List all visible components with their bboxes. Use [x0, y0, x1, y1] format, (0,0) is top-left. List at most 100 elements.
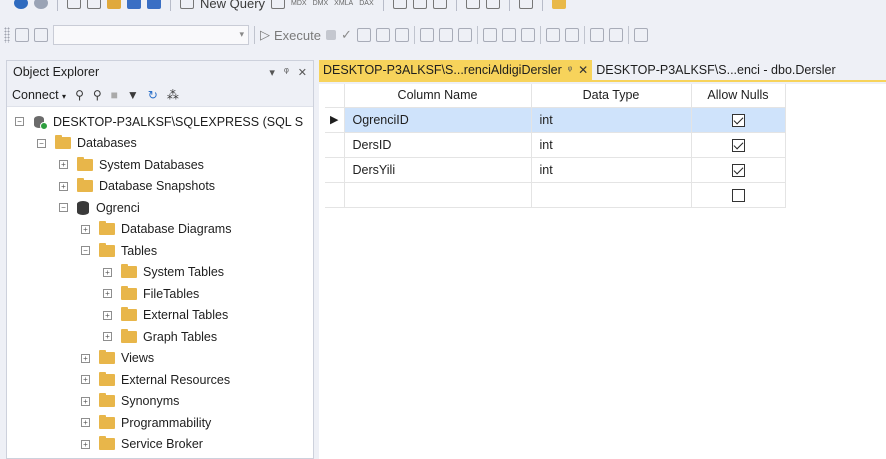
expand-icon[interactable]: +	[103, 310, 112, 320]
include-plan-icon[interactable]	[419, 28, 434, 42]
redo-icon[interactable]	[485, 0, 500, 9]
tree-node[interactable]: + Programmability	[81, 412, 211, 433]
allow-nulls-checkbox[interactable]	[731, 188, 745, 202]
expand-icon[interactable]: +	[81, 439, 90, 449]
row-selector[interactable]: ▶	[325, 107, 345, 133]
expand-icon[interactable]: +	[103, 267, 112, 277]
dmx-query-icon[interactable]: DMX	[313, 0, 329, 7]
allow-nulls-checkbox[interactable]	[731, 113, 745, 127]
find-icon[interactable]	[551, 0, 566, 9]
collapse-icon[interactable]: −	[37, 138, 46, 148]
allow-nulls-checkbox[interactable]	[731, 138, 745, 152]
back-icon[interactable]	[14, 0, 28, 9]
data-type-cell[interactable]: int	[531, 157, 692, 183]
expand-icon[interactable]: +	[81, 418, 90, 427]
parse-icon[interactable]: ✓	[341, 27, 352, 43]
column-name-cell[interactable]: OgrenciID	[344, 107, 532, 133]
tab-dersler[interactable]: DESKTOP-P3ALKSF\S...enci - dbo.Dersler	[592, 60, 839, 80]
close-tab-icon[interactable]: ✕	[578, 63, 588, 77]
disconnect-icon[interactable]	[34, 28, 48, 42]
tree-node[interactable]: + External Resources	[81, 369, 230, 390]
undo-icon[interactable]	[465, 0, 480, 9]
cancel-query-icon[interactable]	[325, 30, 336, 40]
live-stats-icon[interactable]	[438, 28, 453, 42]
tree-node[interactable]: + Service Broker	[81, 434, 203, 455]
client-stats-icon[interactable]	[457, 28, 472, 42]
execute-button[interactable]: ▷ Execute	[260, 27, 321, 43]
new-query-icon[interactable]	[180, 0, 194, 9]
row-selector[interactable]	[325, 157, 345, 183]
tree-node[interactable]: − Tables	[81, 240, 157, 261]
column-name-cell[interactable]	[344, 182, 532, 208]
tree-node[interactable]: + Database Diagrams	[81, 219, 231, 240]
close-icon[interactable]: ✕	[298, 66, 307, 79]
increase-indent-icon[interactable]	[608, 28, 623, 42]
data-type-cell[interactable]: int	[531, 132, 692, 158]
collapse-icon[interactable]: −	[81, 246, 90, 255]
tree-node[interactable]: + System Tables	[103, 262, 224, 283]
copy-icon[interactable]	[412, 0, 427, 9]
activity-monitor-icon[interactable]	[518, 0, 533, 9]
save-all-icon[interactable]	[147, 0, 161, 9]
new-project-icon[interactable]	[67, 0, 81, 9]
expand-icon[interactable]: +	[81, 375, 90, 384]
expand-icon[interactable]: +	[59, 181, 68, 191]
column-name-cell[interactable]: DersYili	[344, 157, 532, 183]
specify-values-icon[interactable]	[633, 28, 648, 42]
new-file-icon[interactable]	[87, 0, 101, 9]
uncomment-icon[interactable]	[564, 28, 579, 42]
tree-node[interactable]: + Graph Tables	[103, 326, 217, 347]
stop-icon[interactable]: ■	[111, 88, 118, 102]
filter-icon[interactable]: ▼	[127, 88, 139, 102]
open-folder-icon[interactable]	[107, 0, 121, 9]
expand-icon[interactable]: +	[81, 353, 90, 363]
window-position-icon[interactable]: ▾	[269, 66, 275, 79]
data-type-cell[interactable]	[531, 182, 692, 208]
results-to-grid-icon[interactable]	[501, 28, 516, 42]
tree-node[interactable]: + Synonyms	[81, 391, 179, 412]
row-selector[interactable]	[325, 182, 345, 208]
tree-node[interactable]: + External Tables	[103, 305, 228, 326]
row-selector[interactable]	[325, 132, 345, 158]
tree-node[interactable]: − Ogrenci	[59, 197, 140, 218]
display-plan-icon[interactable]	[356, 28, 371, 42]
collapse-icon[interactable]: −	[59, 203, 68, 212]
database-engine-query-icon[interactable]	[271, 0, 286, 9]
table-row[interactable]: DersYili int	[325, 157, 786, 183]
allow-nulls-checkbox[interactable]	[731, 163, 745, 177]
refresh-icon[interactable]: ↻	[148, 88, 158, 102]
collapse-icon[interactable]: −	[15, 117, 24, 126]
dax-query-icon[interactable]: DAX	[359, 0, 373, 7]
table-row[interactable]: ▶ OgrenciID int	[325, 107, 786, 133]
connect-button[interactable]: Connect ▾	[12, 88, 66, 102]
tree-node[interactable]: − Databases	[37, 133, 137, 154]
object-explorer-connect-icon[interactable]	[15, 28, 29, 42]
intellisense-icon[interactable]	[394, 28, 409, 42]
tree-node[interactable]: + Views	[81, 348, 154, 369]
pin-icon[interactable]: ᵠ	[284, 66, 289, 79]
toolbar-grip[interactable]	[4, 27, 10, 43]
decrease-indent-icon[interactable]	[589, 28, 604, 42]
tab-ogrencialdigidersler[interactable]: DESKTOP-P3ALKSF\S...renciAldigiDersler ᵠ…	[319, 60, 593, 80]
forward-icon[interactable]	[34, 0, 48, 9]
new-query-button[interactable]: New Query	[200, 0, 265, 11]
disconnect-plug-icon[interactable]: ⚲	[93, 88, 102, 102]
mdx-query-icon[interactable]: MDX	[291, 0, 307, 7]
expand-icon[interactable]: +	[103, 332, 112, 341]
tree-node[interactable]: + FileTables	[103, 283, 199, 304]
pin-icon[interactable]: ᵠ	[568, 65, 572, 76]
connect-plug-icon[interactable]: ⚲	[75, 88, 84, 102]
tree-node[interactable]: + Database Snapshots	[59, 176, 215, 197]
table-row[interactable]	[325, 182, 786, 208]
tree-node[interactable]: − DESKTOP-P3ALKSF\SQLEXPRESS (SQL S	[15, 111, 303, 132]
expand-icon[interactable]: +	[81, 396, 90, 406]
results-to-text-icon[interactable]	[482, 28, 497, 42]
available-databases-dropdown[interactable]: ▾	[53, 25, 249, 45]
data-type-cell[interactable]: int	[531, 107, 692, 133]
comment-icon[interactable]	[545, 28, 560, 42]
column-name-cell[interactable]: DersID	[344, 132, 532, 158]
cut-icon[interactable]	[392, 0, 407, 9]
expand-icon[interactable]: +	[59, 160, 68, 169]
query-options-icon[interactable]	[375, 28, 390, 42]
activity-monitor-icon[interactable]: ⁂	[167, 88, 179, 102]
